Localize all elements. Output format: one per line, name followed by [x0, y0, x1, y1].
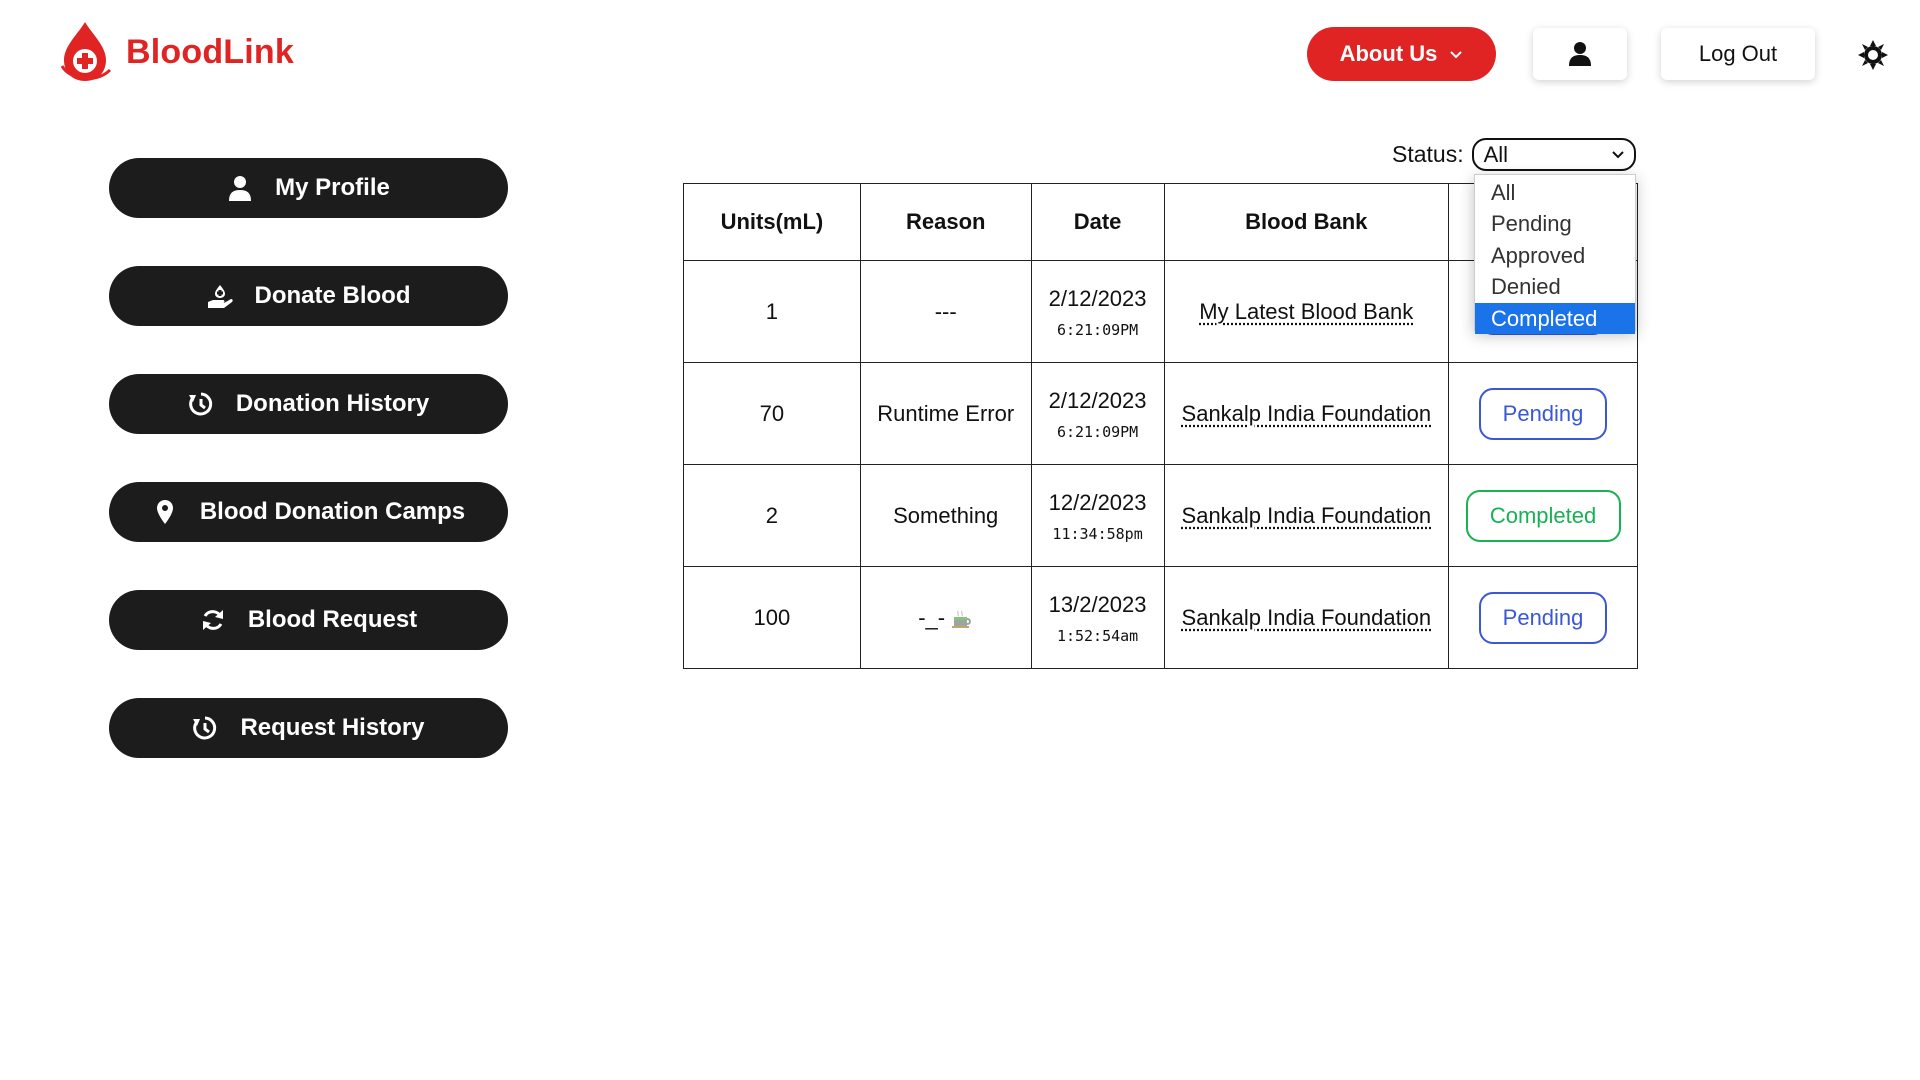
sidebar-item-label: Blood Request	[247, 606, 418, 633]
time-text: 6:21:09PM	[1056, 422, 1139, 441]
brand-name: BloodLink	[126, 32, 294, 71]
cell-units: 70	[683, 362, 861, 465]
cell-units: 100	[683, 566, 861, 669]
cell-blood-bank: My Latest Blood Bank	[1163, 260, 1450, 363]
date-text: 13/2/2023	[1048, 591, 1147, 617]
blood-bank-link[interactable]: Sankalp India Foundation	[1182, 605, 1432, 630]
column-header-units: Units(mL)	[683, 183, 861, 261]
status-badge[interactable]: Completed	[1465, 489, 1621, 542]
sidebar-item-label: Blood Donation Camps	[199, 498, 466, 525]
logout-button[interactable]: Log Out	[1661, 28, 1815, 80]
cell-date: 2/12/2023 6:21:09PM	[1030, 362, 1165, 465]
status-option-denied[interactable]: Denied	[1475, 271, 1635, 302]
chevron-down-icon	[1450, 51, 1463, 59]
sidebar: My Profile Donate Blood Donation History…	[109, 158, 508, 806]
blood-bank-link[interactable]: My Latest Blood Bank	[1199, 299, 1413, 324]
brand[interactable]: BloodLink	[56, 20, 294, 84]
cell-date: 2/12/2023 6:21:09PM	[1030, 260, 1165, 363]
chevron-down-icon	[1611, 150, 1624, 158]
cell-status: Pending	[1448, 566, 1638, 669]
about-us-label: About Us	[1339, 41, 1438, 66]
cell-reason: -_-	[859, 566, 1032, 669]
cell-date: 12/2/2023 11:34:58pm	[1030, 464, 1165, 567]
sidebar-item-donation-history[interactable]: Donation History	[109, 374, 508, 434]
status-option-all[interactable]: All	[1475, 177, 1635, 208]
status-dropdown-list: All Pending Approved Denied Completed	[1474, 174, 1636, 334]
about-us-button[interactable]: About Us	[1307, 27, 1496, 81]
cell-units: 1	[683, 260, 861, 363]
date-text: 2/12/2023	[1048, 387, 1147, 413]
column-header-blood-bank: Blood Bank	[1163, 183, 1450, 261]
sidebar-item-label: My Profile	[275, 174, 390, 201]
column-header-date: Date	[1030, 183, 1165, 261]
status-option-completed[interactable]: Completed	[1475, 302, 1635, 334]
sidebar-item-blood-donation-camps[interactable]: Blood Donation Camps	[109, 482, 508, 542]
cell-status: Completed	[1448, 464, 1638, 567]
cell-units: 2	[683, 464, 861, 567]
user-account-button[interactable]	[1533, 28, 1627, 80]
table-row: 100 -_- 13/2/2023 1:52:54am Sankalp Indi…	[683, 566, 1638, 669]
status-filter: Status: All	[1392, 138, 1636, 171]
refresh-icon	[202, 610, 223, 630]
status-filter-label: Status:	[1392, 141, 1464, 167]
cell-blood-bank: Sankalp India Foundation	[1163, 566, 1450, 669]
date-text: 12/2/2023	[1048, 489, 1147, 515]
user-icon	[1569, 42, 1591, 66]
blood-bank-link[interactable]: Sankalp India Foundation	[1182, 401, 1432, 426]
status-option-approved[interactable]: Approved	[1475, 240, 1635, 271]
top-header: BloodLink About Us Log Out	[0, 0, 1920, 110]
cell-blood-bank: Sankalp India Foundation	[1163, 362, 1450, 465]
date-text: 2/12/2023	[1048, 285, 1147, 311]
status-select-value: All	[1483, 141, 1509, 167]
sidebar-item-label: Donation History	[235, 390, 430, 417]
blood-bank-link[interactable]: Sankalp India Foundation	[1182, 503, 1432, 528]
sidebar-item-label: Request History	[240, 714, 425, 741]
time-text: 11:34:58pm	[1052, 524, 1143, 543]
cell-reason: Something	[859, 464, 1032, 567]
user-icon	[229, 176, 252, 201]
sidebar-item-donate-blood[interactable]: Donate Blood	[109, 266, 508, 326]
history-icon	[188, 392, 212, 416]
cell-date: 13/2/2023 1:52:54am	[1030, 566, 1165, 669]
table-row: 70 Runtime Error 2/12/2023 6:21:09PM San…	[683, 362, 1638, 465]
status-badge[interactable]: Pending	[1479, 591, 1608, 644]
column-header-reason: Reason	[859, 183, 1032, 261]
status-option-pending[interactable]: Pending	[1475, 208, 1635, 239]
cell-reason: Runtime Error	[859, 362, 1032, 465]
cell-reason: ---	[859, 260, 1032, 363]
sidebar-item-my-profile[interactable]: My Profile	[109, 158, 508, 218]
cell-status: Pending	[1448, 362, 1638, 465]
reason-text: -_-	[918, 604, 946, 630]
status-badge[interactable]: Pending	[1479, 387, 1608, 440]
sidebar-item-request-history[interactable]: Request History	[109, 698, 508, 758]
cell-blood-bank: Sankalp India Foundation	[1163, 464, 1450, 567]
table-row: 2 Something 12/2/2023 11:34:58pm Sankalp…	[683, 464, 1638, 567]
history-icon	[193, 716, 217, 740]
time-text: 1:52:54am	[1056, 626, 1139, 645]
donate-icon	[207, 285, 233, 308]
status-select[interactable]: All	[1471, 138, 1636, 171]
time-text: 6:21:09PM	[1056, 320, 1139, 339]
location-pin-icon	[156, 500, 173, 524]
coffee-cup-icon	[952, 610, 972, 628]
blood-drop-logo-icon	[60, 22, 112, 81]
sun-icon[interactable]	[1858, 40, 1888, 70]
sidebar-item-blood-request[interactable]: Blood Request	[109, 590, 508, 650]
sidebar-item-label: Donate Blood	[254, 282, 411, 309]
